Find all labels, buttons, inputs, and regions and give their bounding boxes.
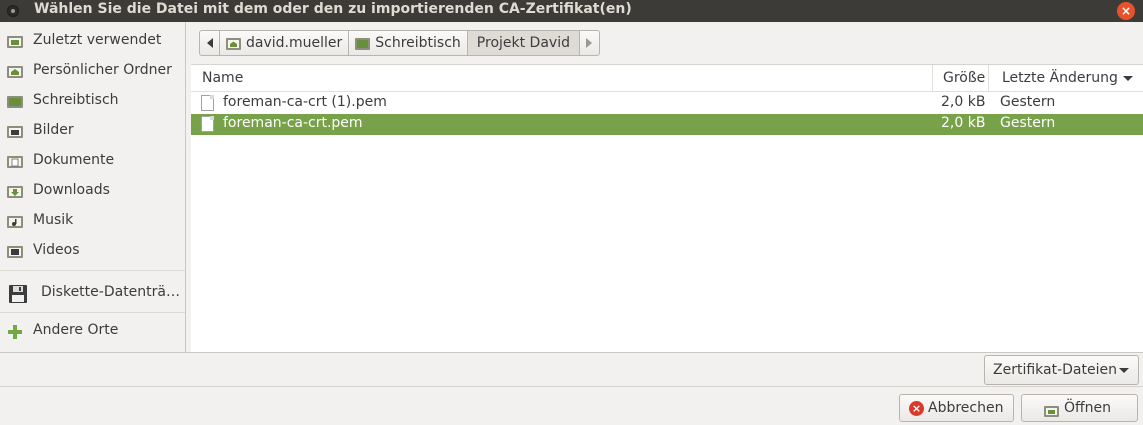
home-folder-icon [7,64,23,78]
column-header-modified[interactable]: Letzte Änderung [989,65,1143,92]
sidebar-item-music[interactable]: Musik [0,206,185,236]
file-icon [201,95,214,111]
file-list: Name Größe Letzte Änderung foreman-ca-cr… [191,64,1143,352]
dialog-action-bar: × Abbrechen Öffnen [0,386,1143,425]
path-segment-home[interactable]: david.mueller [219,30,350,56]
column-header-label: Letzte Änderung [1002,70,1118,86]
sidebar-item-pictures[interactable]: Bilder [0,116,185,146]
music-folder-icon [7,214,23,228]
file-row-selected[interactable]: foreman-ca-crt.pem 2,0 kB Gestern [191,114,1143,135]
path-scroll-right-button[interactable] [578,30,600,56]
cancel-button[interactable]: × Abbrechen [899,394,1014,422]
path-segment-label: david.mueller [246,35,343,51]
file-name: foreman-ca-crt.pem [223,115,363,131]
column-header-name[interactable]: Name [191,65,933,92]
cancel-button-label: Abbrechen [928,400,1004,416]
sidebar-divider [0,270,185,271]
sidebar-item-label: Videos [33,242,80,258]
sidebar-item-desktop[interactable]: Schreibtisch [0,86,185,116]
places-sidebar: Zuletzt verwendet Persönlicher Ordner Sc… [0,22,186,352]
file-name: foreman-ca-crt (1).pem [223,94,387,110]
sidebar-item-downloads[interactable]: Downloads [0,176,185,206]
floppy-disk-icon [8,284,28,304]
pictures-folder-icon [7,124,23,138]
recent-icon [7,34,23,48]
filter-bar: Zertifikat-Dateien [0,352,1143,386]
sidebar-item-label: Andere Orte [33,322,119,338]
path-segment-label: Projekt David [476,35,570,51]
path-segment-current[interactable]: Projekt David [466,30,580,56]
sidebar-item-label: Diskette-Datenträ… [41,284,180,300]
sidebar-item-label: Persönlicher Ordner [33,62,172,78]
path-segment-label: Schreibtisch [375,35,461,51]
sidebar-item-floppy[interactable]: Diskette-Datenträ… [0,276,185,310]
sidebar-item-label: Dokumente [33,152,115,168]
window-title: Wählen Sie die Datei mit dem oder den zu… [34,1,632,17]
file-size: 2,0 kB [941,94,986,110]
sidebar-item-home[interactable]: Persönlicher Ordner [0,56,185,86]
plus-icon [7,324,23,339]
window-menu-icon[interactable] [7,5,19,17]
open-folder-icon [1044,401,1059,417]
cancel-icon: × [909,401,924,416]
documents-folder-icon [7,154,23,168]
path-segment-desktop[interactable]: Schreibtisch [348,30,468,56]
chevron-down-icon [1119,368,1129,373]
videos-folder-icon [7,244,23,258]
file-type-filter-dropdown[interactable]: Zertifikat-Dateien [984,355,1139,385]
path-bar: david.mueller Schreibtisch Projekt David [199,30,600,56]
path-scroll-left-button[interactable] [199,30,220,56]
sidebar-item-label: Zuletzt verwendet [33,32,162,48]
desktop-folder-icon [355,37,371,50]
sidebar-item-recent[interactable]: Zuletzt verwendet [0,26,185,56]
home-folder-icon [226,37,241,50]
window-titlebar: Wählen Sie die Datei mit dem oder den zu… [0,0,1143,22]
sidebar-item-label: Schreibtisch [33,92,119,108]
file-row[interactable]: foreman-ca-crt (1).pem 2,0 kB Gestern [191,93,1143,114]
open-button-label: Öffnen [1064,400,1112,416]
column-header-size[interactable]: Größe [933,65,989,92]
file-size: 2,0 kB [941,115,986,131]
filter-selected-label: Zertifikat-Dateien [993,362,1117,378]
sidebar-divider [0,312,185,313]
sidebar-item-other-locations[interactable]: Andere Orte [0,316,185,346]
desktop-folder-icon [7,94,23,108]
downloads-folder-icon [7,184,23,198]
sort-descending-icon [1123,76,1133,81]
open-button[interactable]: Öffnen [1021,394,1138,422]
sidebar-item-label: Musik [33,212,74,228]
close-window-button[interactable]: × [1117,2,1135,20]
arrow-left-icon [206,38,213,48]
sidebar-item-label: Bilder [33,122,74,138]
arrow-right-icon [586,38,593,48]
sidebar-item-videos[interactable]: Videos [0,236,185,266]
file-modified: Gestern [1000,94,1056,110]
sidebar-item-documents[interactable]: Dokumente [0,146,185,176]
file-icon [201,116,214,132]
file-browser: david.mueller Schreibtisch Projekt David… [191,22,1143,352]
sidebar-item-label: Downloads [33,182,110,198]
file-modified: Gestern [1000,115,1056,131]
